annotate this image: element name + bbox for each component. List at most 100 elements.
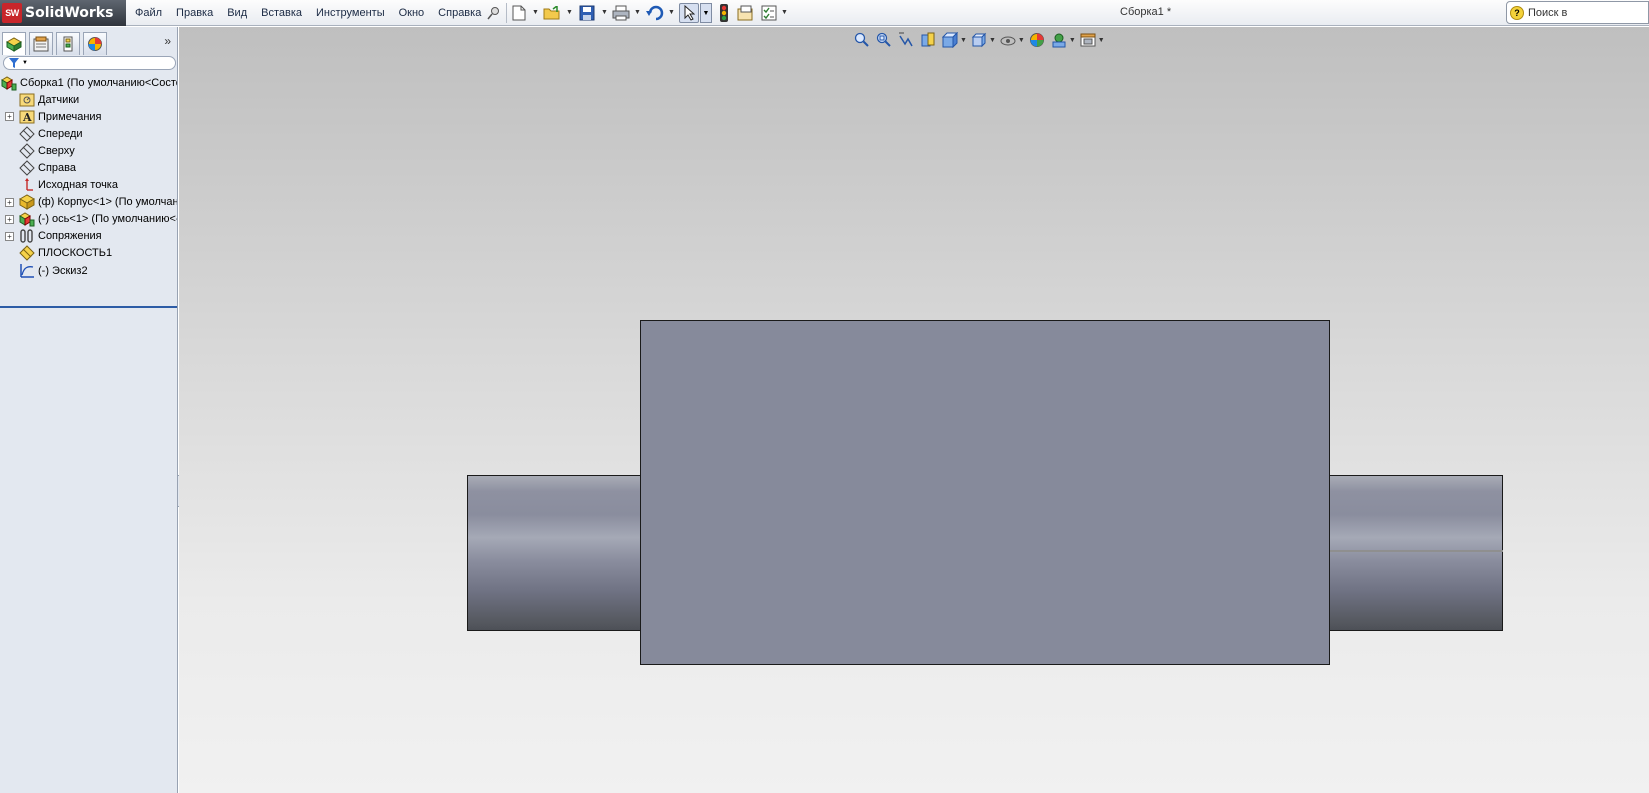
menu-edit[interactable]: Правка (169, 7, 220, 19)
configuration-manager-icon[interactable] (56, 32, 80, 55)
tree-item-label: Датчики (38, 93, 80, 106)
menu-window[interactable]: Окно (392, 7, 432, 19)
tree-item-top-plane[interactable]: Сверху (0, 142, 177, 159)
view-settings-icon[interactable] (1079, 31, 1097, 49)
sw-logo-icon: SW (2, 3, 22, 23)
search-field[interactable]: ? Поиск в (1506, 1, 1649, 24)
tree-item-front-plane[interactable]: Спереди (0, 125, 177, 142)
origin-icon (19, 177, 35, 193)
save-icon[interactable] (577, 3, 597, 23)
menu-help[interactable]: Справка (431, 7, 488, 19)
tree-item-origin[interactable]: Исходная точка (0, 177, 177, 194)
subassembly-icon (19, 211, 35, 227)
assembly-icon (1, 75, 17, 91)
apply-scene-icon[interactable] (1050, 31, 1068, 49)
edit-appearance-icon[interactable] (1028, 31, 1046, 49)
app-name: SolidWorks (25, 5, 114, 21)
expand-icon[interactable]: + (5, 231, 14, 241)
sketch-icon (19, 263, 35, 279)
tree-item-annotations[interactable]: + A Примечания (0, 108, 177, 125)
view-settings-dropdown-icon[interactable]: ▼ (1098, 37, 1105, 44)
tree-filter[interactable]: ▼ (3, 56, 176, 70)
help-search-icon: ? (1510, 5, 1524, 20)
mates-icon (19, 228, 35, 244)
axis-sketch-line[interactable] (1325, 550, 1503, 552)
filter-dropdown-icon: ▼ (22, 60, 28, 66)
feature-manager-icon[interactable] (2, 32, 26, 55)
select-dropdown-icon[interactable]: ▼ (700, 3, 712, 23)
filter-icon (9, 57, 19, 68)
menu-file[interactable]: Файл (128, 7, 169, 19)
view-orientation-dropdown-icon[interactable]: ▼ (960, 37, 967, 44)
search-placeholder: Поиск в (1528, 6, 1568, 19)
tree-item-mates[interactable]: + Сопряжения (0, 228, 177, 245)
feature-manager-panel: » ▼ Сборка1 (По умолчанию<Состо Датчики … (0, 27, 178, 793)
menu-bar: Файл Правка Вид Вставка Инструменты Окно… (128, 0, 488, 26)
menu-tools[interactable]: Инструменты (309, 7, 392, 19)
tree-item-housing[interactable]: + (ф) Корпус<1> (По умолчани (0, 194, 177, 211)
menu-view[interactable]: Вид (220, 7, 254, 19)
tree-item-label: (ф) Корпус<1> (По умолчани (38, 196, 177, 209)
top-bar: SW SolidWorks Файл Правка Вид Вставка Ин… (0, 0, 1649, 26)
apply-scene-dropdown-icon[interactable]: ▼ (1069, 37, 1076, 44)
rollback-bar[interactable] (0, 306, 177, 308)
panel-tabs (0, 27, 178, 55)
print-icon[interactable] (611, 3, 631, 23)
tree-item-assembly[interactable]: Сборка1 (По умолчанию<Состо (0, 74, 177, 91)
tree-item-axis[interactable]: + (-) ось<1> (По умолчанию<- (0, 211, 177, 228)
tree-item-plane1[interactable]: ПЛОСКОСТЬ1 (0, 245, 177, 262)
undo-icon[interactable] (645, 3, 665, 23)
tree-item-sketch2[interactable]: (-) Эскиз2 (0, 262, 177, 279)
menu-insert[interactable]: Вставка (254, 7, 309, 19)
annotations-icon: A (19, 109, 35, 125)
tree-item-label: Сверху (38, 144, 75, 157)
tree-item-label: (-) Эскиз2 (38, 264, 88, 277)
zoom-area-icon[interactable] (875, 31, 893, 49)
svg-text:A: A (22, 111, 32, 124)
plane-icon (19, 143, 35, 159)
shaft-right-end[interactable] (1329, 475, 1503, 631)
new-document-icon[interactable] (509, 3, 529, 23)
graphics-area[interactable]: ▼ ▼ ▼ ▼ ▼ (179, 27, 1649, 793)
expand-icon[interactable]: + (5, 197, 14, 207)
select-arrow-icon[interactable] (679, 3, 699, 23)
display-manager-icon[interactable] (83, 32, 107, 55)
view-orientation-icon[interactable] (941, 31, 959, 49)
toolbar-separator (506, 3, 507, 23)
display-style-dropdown-icon[interactable]: ▼ (989, 37, 996, 44)
feature-tree: Сборка1 (По умолчанию<Состо Датчики + A … (0, 74, 177, 279)
pin-icon[interactable] (484, 3, 504, 23)
hide-show-dropdown-icon[interactable]: ▼ (1018, 37, 1025, 44)
print-dropdown-icon[interactable]: ▼ (634, 9, 641, 16)
tree-item-sensors[interactable]: Датчики (0, 91, 177, 108)
previous-view-icon[interactable] (897, 31, 915, 49)
tree-item-right-plane[interactable]: Справа (0, 159, 177, 176)
rebuild-traffic-light-icon[interactable] (714, 3, 734, 23)
hide-show-items-icon[interactable] (999, 31, 1017, 49)
section-view-icon[interactable] (919, 31, 937, 49)
undo-dropdown-icon[interactable]: ▼ (668, 9, 675, 16)
housing-body[interactable] (640, 320, 1330, 665)
tree-item-label: Сборка1 (По умолчанию<Состо (20, 76, 177, 89)
open-folder-icon[interactable] (542, 3, 562, 23)
expand-icon[interactable]: + (5, 112, 14, 122)
tree-item-label: Примечания (38, 110, 102, 123)
save-dropdown-icon[interactable]: ▼ (601, 9, 608, 16)
options-icon[interactable] (759, 3, 779, 23)
shaft-left-end[interactable] (467, 475, 641, 631)
file-properties-icon[interactable] (736, 3, 756, 23)
new-dropdown-icon[interactable]: ▼ (532, 9, 539, 16)
options-dropdown-icon[interactable]: ▼ (781, 9, 788, 16)
display-style-icon[interactable] (970, 31, 988, 49)
solidworks-logo[interactable]: SW SolidWorks (0, 0, 126, 26)
tree-item-label: ПЛОСКОСТЬ1 (38, 247, 113, 260)
tree-item-label: (-) ось<1> (По умолчанию<- (38, 213, 177, 226)
collapse-panel-icon[interactable]: » (164, 34, 171, 48)
document-title: Сборка1 * (1120, 6, 1172, 18)
expand-icon[interactable]: + (5, 214, 14, 224)
tree-item-label: Исходная точка (38, 179, 118, 192)
open-dropdown-icon[interactable]: ▼ (566, 9, 573, 16)
property-manager-icon[interactable] (29, 32, 53, 55)
sensors-icon (19, 92, 35, 108)
zoom-to-fit-icon[interactable] (853, 31, 871, 49)
